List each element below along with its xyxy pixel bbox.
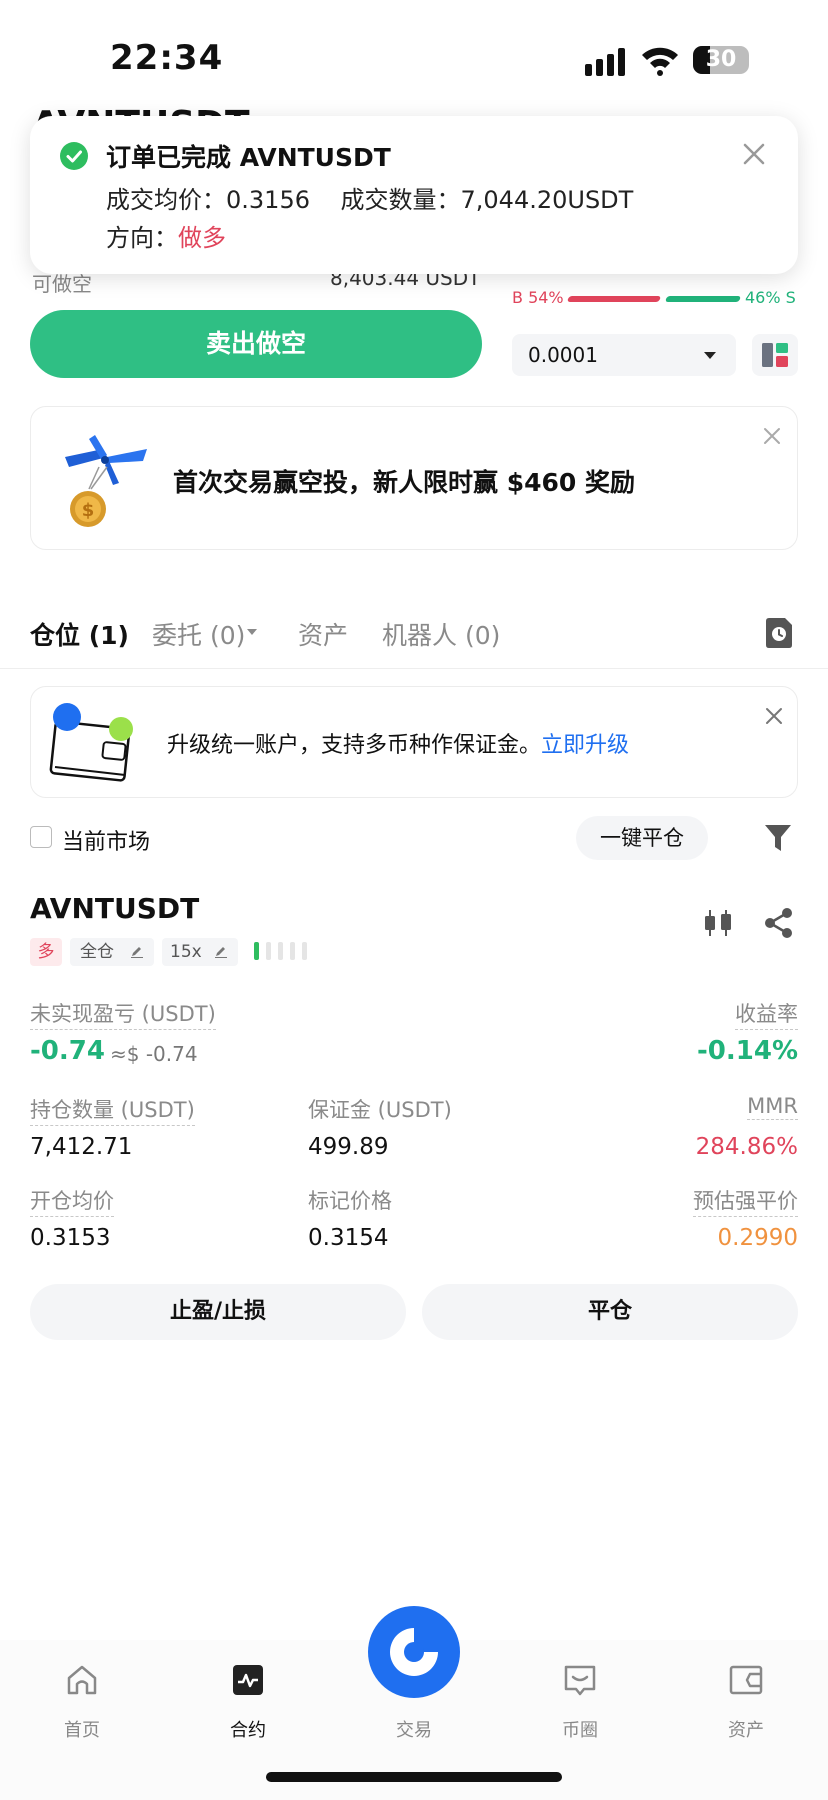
home-indicator[interactable]: [266, 1772, 562, 1782]
tab-assets[interactable]: 资产: [298, 616, 348, 652]
leverage-tag[interactable]: 15x: [162, 938, 238, 966]
precision-value: 0.0001: [528, 343, 598, 367]
toast-fill-info: 成交均价：0.3156 成交数量：7,044.20USDT: [106, 180, 633, 215]
orderbook-layout-icon: [762, 343, 788, 367]
fill-qty-value: 7,044.20USDT: [460, 186, 634, 214]
battery-icon: 30: [693, 46, 749, 74]
wallet-illustration: [49, 703, 133, 782]
nav-home[interactable]: 首页: [22, 1660, 142, 1760]
order-complete-toast: 订单已完成 AVNTUSDT 成交均价：0.3156 成交数量：7,044.20…: [30, 116, 798, 274]
mmr-label[interactable]: MMR: [747, 1094, 798, 1120]
current-market-checkbox[interactable]: [30, 826, 52, 848]
side-tag: 多: [30, 938, 62, 966]
risk-level-indicator: [254, 942, 307, 960]
battery-level: 30: [705, 47, 737, 72]
orderbook-layout-button[interactable]: [752, 334, 798, 376]
upgrade-message: 升级统一账户，支持多币种作保证金。: [167, 733, 542, 758]
direction-label: 方向：: [106, 224, 178, 252]
close-icon[interactable]: [740, 140, 768, 168]
status-time: 22:34: [110, 38, 224, 78]
history-document-icon[interactable]: [764, 617, 794, 649]
candlestick-chart-icon[interactable]: [702, 908, 734, 938]
nav-label: 交易: [396, 1720, 432, 1741]
tab-orders[interactable]: 委托 (0): [152, 616, 245, 652]
avg-price-value: 0.3156: [226, 186, 310, 214]
unrealized-pnl-value: -0.74: [30, 1036, 105, 1066]
roe-label[interactable]: 收益率: [735, 998, 798, 1030]
margin-mode-tag[interactable]: 全仓: [70, 938, 154, 966]
margin-value: 499.89: [308, 1134, 389, 1160]
mmr-value: 284.86%: [695, 1134, 798, 1160]
liquidation-price-label[interactable]: 预估强平价: [693, 1185, 798, 1217]
home-icon: [67, 1665, 97, 1695]
sell-short-button[interactable]: 卖出做空: [30, 310, 482, 378]
close-position-button[interactable]: 平仓: [422, 1284, 798, 1340]
toast-title: 订单已完成 AVNTUSDT: [106, 143, 391, 172]
entry-price-label[interactable]: 开仓均价: [30, 1185, 114, 1217]
share-icon[interactable]: [762, 908, 794, 938]
position-size-label[interactable]: 持仓数量 (USDT): [30, 1094, 195, 1126]
nav-label: 资产: [728, 1720, 764, 1741]
nav-trade-button[interactable]: [368, 1606, 460, 1698]
close-icon[interactable]: [761, 425, 783, 447]
toast-direction: 方向：做多: [106, 218, 226, 253]
buy-ratio-bar: [566, 296, 662, 302]
unrealized-pnl-label[interactable]: 未实现盈亏 (USDT): [30, 998, 216, 1030]
cellular-signal-icon: [585, 48, 625, 76]
nav-label: 币圈: [562, 1720, 598, 1741]
close-icon[interactable]: [763, 705, 785, 727]
tabs-divider: [0, 668, 828, 669]
futures-icon: [233, 1665, 263, 1695]
position-size-value: 7,412.71: [30, 1134, 133, 1160]
roe-value: -0.14%: [697, 1036, 798, 1066]
margin-mode-label: 全仓: [80, 942, 114, 962]
position-symbol[interactable]: AVNTUSDT: [30, 892, 199, 925]
promo-text: 首次交易赢空投，新人限时赢 $460 奖励: [173, 468, 635, 497]
liquidation-price-value: 0.2990: [717, 1225, 798, 1251]
unified-account-upgrade-card: 升级统一账户，支持多币种作保证金。立即升级: [30, 686, 798, 798]
close-all-button[interactable]: 一键平仓: [576, 816, 708, 860]
upgrade-text: 升级统一账户，支持多币种作保证金。立即升级: [167, 727, 629, 759]
edit-icon: [131, 947, 143, 958]
airdrop-coin-illustration: $: [65, 435, 147, 527]
trade-icon: [390, 1628, 438, 1676]
wallet-icon: [729, 1665, 763, 1695]
sell-ratio-bar: [664, 296, 742, 302]
nav-futures[interactable]: 合约: [188, 1660, 308, 1760]
leverage-label: 15x: [170, 942, 202, 962]
svg-text:$: $: [82, 500, 95, 521]
fill-qty-label: 成交数量：: [340, 186, 461, 214]
tab-bots[interactable]: 机器人 (0): [382, 616, 500, 652]
airdrop-promo-card[interactable]: $ 首次交易赢空投，新人限时赢 $460 奖励: [30, 406, 798, 550]
precision-select[interactable]: 0.0001: [512, 334, 736, 376]
current-market-label: 当前市场: [62, 830, 151, 855]
sell-ratio: 46% S: [745, 288, 796, 307]
tab-positions[interactable]: 仓位 (1): [30, 616, 129, 652]
margin-label: 保证金 (USDT): [308, 1098, 452, 1122]
filter-icon[interactable]: [764, 822, 792, 854]
unrealized-pnl-usd: ≈$ -0.74: [110, 1042, 198, 1066]
chevron-down-icon: [704, 352, 716, 359]
nav-community[interactable]: 币圈: [520, 1660, 640, 1760]
avg-price-label: 成交均价：: [106, 186, 226, 214]
mark-price-label: 标记价格: [308, 1189, 392, 1213]
mark-price-value: 0.3154: [308, 1225, 389, 1251]
direction-value: 做多: [178, 224, 226, 252]
nav-label: 首页: [64, 1720, 100, 1741]
tp-sl-button[interactable]: 止盈/止损: [30, 1284, 406, 1340]
community-icon: [564, 1665, 596, 1696]
nav-assets[interactable]: 资产: [686, 1660, 806, 1760]
check-circle-icon: [60, 142, 88, 170]
nav-label: 合约: [230, 1720, 266, 1741]
upgrade-now-link[interactable]: 立即升级: [541, 733, 629, 758]
chevron-down-icon[interactable]: [247, 629, 257, 635]
buy-ratio: B 54%: [512, 288, 564, 307]
edit-icon: [215, 947, 227, 958]
wifi-icon: [642, 47, 678, 76]
entry-price-value: 0.3153: [30, 1225, 111, 1251]
